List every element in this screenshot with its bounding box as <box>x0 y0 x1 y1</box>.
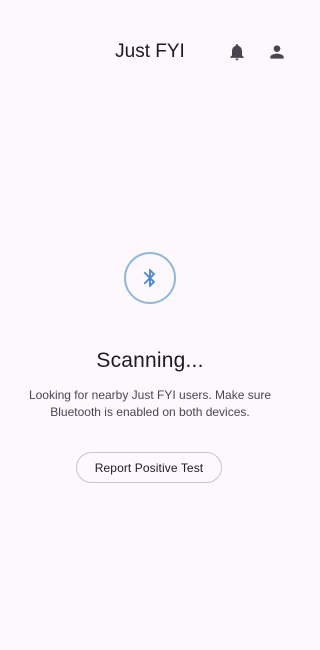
bluetooth-icon <box>143 268 156 288</box>
bluetooth-scan-indicator <box>124 252 176 304</box>
top-app-bar: Just FYI <box>0 0 300 104</box>
account-person-icon[interactable] <box>265 40 289 64</box>
notifications-bell-icon[interactable] <box>225 40 249 64</box>
app-title: Just FYI <box>115 41 185 62</box>
report-positive-test-button[interactable]: Report Positive Test <box>76 452 222 483</box>
scanning-status-title: Scanning... <box>96 349 204 372</box>
scanning-status-description: Looking for nearby Just FYI users. Make … <box>28 388 272 419</box>
